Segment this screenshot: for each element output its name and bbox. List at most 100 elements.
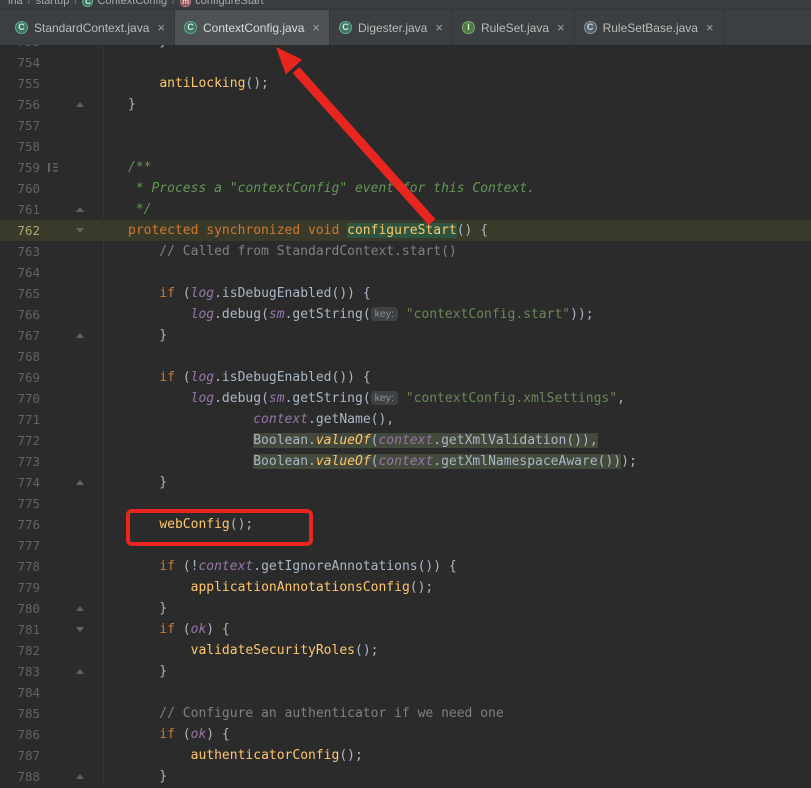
gutter-icons bbox=[40, 325, 103, 346]
breadcrumb-item[interactable]: startup bbox=[36, 0, 70, 7]
fold-marker-icon[interactable] bbox=[76, 207, 84, 212]
line-number: 766 bbox=[17, 307, 40, 322]
fold-marker-icon[interactable] bbox=[76, 606, 84, 611]
code-line[interactable]: if (ok) { bbox=[104, 619, 811, 640]
code-line[interactable]: Boolean.valueOf(context.getXmlNamespaceA… bbox=[104, 451, 811, 472]
fold-marker-icon[interactable] bbox=[76, 669, 84, 674]
fold-marker-icon[interactable] bbox=[76, 228, 84, 233]
code-line[interactable]: Boolean.valueOf(context.getXmlValidation… bbox=[104, 430, 811, 451]
gutter-icons bbox=[40, 199, 103, 220]
class-icon: C bbox=[82, 0, 94, 7]
code-token: (); bbox=[339, 748, 363, 763]
code-line[interactable]: // Called from StandardContext.start() bbox=[104, 241, 811, 262]
code-line[interactable]: context.getName(), bbox=[104, 409, 811, 430]
code-line[interactable]: log.debug(sm.getString(key: "contextConf… bbox=[104, 304, 811, 325]
code-line[interactable] bbox=[104, 262, 811, 283]
breadcrumb-item[interactable]: ina bbox=[8, 0, 23, 7]
editor-line: 784 bbox=[0, 682, 811, 703]
fold-marker-icon[interactable] bbox=[76, 480, 84, 485]
code-token: log bbox=[190, 286, 215, 301]
code-line[interactable]: } bbox=[104, 94, 811, 115]
code-line[interactable]: webConfig(); bbox=[104, 514, 811, 535]
code-line[interactable]: if (!context.getIgnoreAnnotations()) { bbox=[104, 556, 811, 577]
breadcrumb-bar: ina / startup / C ContextConfig / m configureSta… bbox=[0, 0, 811, 10]
line-number: 779 bbox=[17, 580, 40, 595]
code-token: } bbox=[128, 601, 168, 616]
code-line[interactable]: /** bbox=[104, 157, 811, 178]
editor[interactable]: 753 }754755 antiLocking();756}757758759/… bbox=[0, 45, 811, 788]
breadcrumb-item[interactable]: m configureStart bbox=[180, 0, 264, 7]
line-number: 770 bbox=[17, 391, 40, 406]
code-line[interactable]: validateSecurityRoles(); bbox=[104, 640, 811, 661]
code-line[interactable]: } bbox=[104, 661, 811, 682]
code-token: ( bbox=[174, 286, 191, 301]
breadcrumb-item[interactable]: C ContextConfig bbox=[82, 0, 167, 7]
tab-close-icon[interactable]: × bbox=[435, 21, 443, 34]
code-line[interactable]: } bbox=[104, 325, 811, 346]
code-line[interactable]: protected synchronized void configureSta… bbox=[104, 220, 811, 241]
code-token: .getName(), bbox=[308, 412, 395, 427]
line-number: 768 bbox=[17, 349, 40, 364]
code-line[interactable]: if (log.isDebugEnabled()) { bbox=[104, 367, 811, 388]
tab-close-icon[interactable]: × bbox=[312, 21, 320, 34]
code-line[interactable] bbox=[104, 52, 811, 73]
line-number: 759 bbox=[17, 160, 40, 175]
gutter-icons bbox=[40, 178, 103, 199]
code-line[interactable]: } bbox=[104, 766, 811, 787]
tab-standardcontext-java[interactable]: C StandardContext.java × bbox=[6, 10, 175, 45]
tab-close-icon[interactable]: × bbox=[706, 21, 714, 34]
gutter-icons bbox=[40, 535, 103, 556]
code-line[interactable] bbox=[104, 493, 811, 514]
gutter-icons bbox=[40, 262, 103, 283]
tab-ruleset-java[interactable]: I RuleSet.java × bbox=[453, 10, 575, 45]
code-line[interactable]: * Process a "contextConfig" event for th… bbox=[104, 178, 811, 199]
code-line[interactable] bbox=[104, 115, 811, 136]
gutter-icons bbox=[40, 388, 103, 409]
code-line[interactable]: // Configure an authenticator if we need… bbox=[104, 703, 811, 724]
tab-contextconfig-java[interactable]: C ContextConfig.java × bbox=[175, 10, 330, 45]
line-number: 788 bbox=[17, 769, 40, 784]
code-line[interactable]: if (log.isDebugEnabled()) { bbox=[104, 283, 811, 304]
gutter-icons bbox=[40, 45, 103, 52]
tab-digester-java[interactable]: C Digester.java × bbox=[330, 10, 453, 45]
tab-label: RuleSet.java bbox=[480, 20, 549, 35]
code-line[interactable] bbox=[104, 535, 811, 556]
gutter: 765 bbox=[0, 283, 104, 304]
code-token: () { bbox=[456, 223, 489, 238]
code-line[interactable] bbox=[104, 682, 811, 703]
gutter-icons bbox=[40, 556, 103, 577]
gutter: 767 bbox=[0, 325, 104, 346]
code-token: ok bbox=[190, 727, 207, 742]
fold-marker-icon[interactable] bbox=[76, 102, 84, 107]
code-line[interactable]: if (ok) { bbox=[104, 724, 811, 745]
class-icon: C bbox=[184, 21, 197, 34]
tab-close-icon[interactable]: × bbox=[157, 21, 165, 34]
editor-line: 787 authenticatorConfig(); bbox=[0, 745, 811, 766]
gutter: 768 bbox=[0, 346, 104, 367]
code-line[interactable]: */ bbox=[104, 199, 811, 220]
fold-marker-icon[interactable] bbox=[76, 333, 84, 338]
code-line[interactable]: } bbox=[104, 45, 811, 52]
fold-marker-icon[interactable] bbox=[76, 774, 84, 779]
tab-close-icon[interactable]: × bbox=[557, 21, 565, 34]
code-line[interactable]: } bbox=[104, 472, 811, 493]
code-line[interactable] bbox=[104, 346, 811, 367]
gutter: 775 bbox=[0, 493, 104, 514]
gutter-icons bbox=[40, 766, 103, 787]
tab-rulesetbase-java[interactable]: C RuleSetBase.java × bbox=[575, 10, 724, 45]
code-line[interactable]: } bbox=[104, 598, 811, 619]
code-line[interactable]: applicationAnnotationsConfig(); bbox=[104, 577, 811, 598]
code-line[interactable]: log.debug(sm.getString(key: "contextConf… bbox=[104, 388, 811, 409]
fold-marker-icon[interactable] bbox=[76, 627, 84, 632]
code-line[interactable]: antiLocking(); bbox=[104, 73, 811, 94]
gutter-icons bbox=[40, 220, 103, 241]
code-token: (); bbox=[229, 517, 254, 532]
gutter: 781 bbox=[0, 619, 104, 640]
code-line[interactable] bbox=[104, 136, 811, 157]
code-line[interactable]: authenticatorConfig(); bbox=[104, 745, 811, 766]
editor-line: 772 Boolean.valueOf(context.getXmlValida… bbox=[0, 430, 811, 451]
code-token: .getString( bbox=[284, 391, 371, 406]
